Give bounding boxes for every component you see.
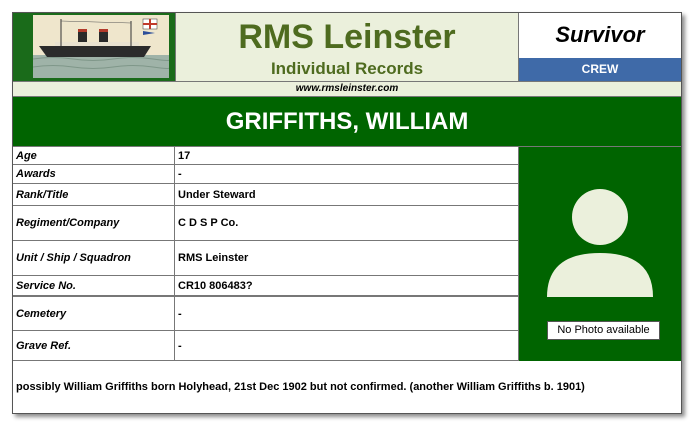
label-cemetery: Cemetery (13, 296, 175, 331)
website-url[interactable]: www.rmsleinster.com (13, 81, 681, 97)
status-label: Survivor (555, 22, 645, 47)
label-age: Age (13, 147, 175, 165)
value-grave-ref: - (175, 331, 519, 361)
record-card: RMS Leinster Individual Records Survivor… (12, 12, 682, 414)
label-regiment: Regiment/Company (13, 206, 175, 241)
value-awards: - (175, 165, 519, 184)
label-rank: Rank/Title (13, 184, 175, 206)
label-unit: Unit / Ship / Squadron (13, 241, 175, 276)
label-awards: Awards (13, 165, 175, 184)
value-rank: Under Steward (175, 184, 519, 206)
notes-text: possibly William Griffiths born Holyhead… (16, 381, 585, 393)
person-name: GRIFFITHS, WILLIAM (13, 97, 681, 147)
label-grave-ref: Grave Ref. (13, 331, 175, 361)
value-unit: RMS Leinster (175, 241, 519, 276)
title-panel: RMS Leinster Individual Records (175, 13, 519, 81)
page-title: RMS Leinster (238, 18, 456, 56)
no-photo-caption: No Photo available (547, 321, 660, 340)
page-subtitle: Individual Records (270, 59, 424, 78)
value-cemetery: - (175, 296, 519, 331)
status-panel: Survivor (519, 13, 681, 58)
value-regiment: C D S P Co. (175, 206, 519, 241)
steamship-illustration-icon (33, 15, 169, 78)
value-service-no: CR10 806483? (175, 276, 519, 296)
category-badge: CREW (519, 58, 681, 81)
ship-image (33, 15, 169, 78)
label-service-no: Service No. (13, 276, 175, 296)
value-age: 17 (175, 147, 519, 165)
header-banner-left (13, 13, 175, 81)
